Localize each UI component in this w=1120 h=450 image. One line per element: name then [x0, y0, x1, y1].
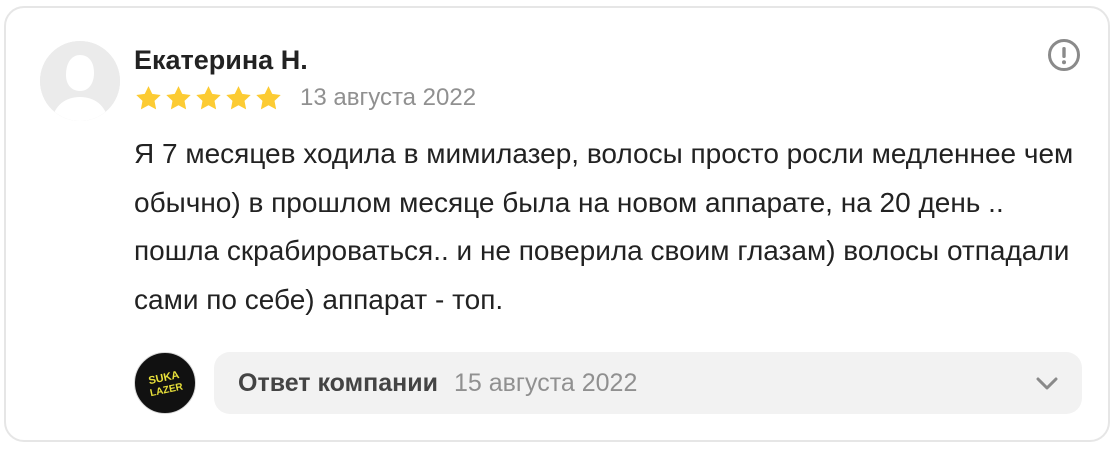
user-silhouette-icon — [40, 41, 120, 121]
rating-stars — [134, 84, 283, 114]
star-icon — [224, 84, 253, 114]
review-author-name[interactable]: Екатерина Н. — [134, 44, 308, 76]
review-text: Я 7 месяцев ходила в мимилазер, волосы п… — [134, 138, 1074, 315]
company-logo-image: SUKA LAZER — [147, 369, 184, 399]
user-avatar[interactable] — [40, 41, 120, 121]
company-reply-date: 15 августа 2022 — [453, 368, 638, 397]
chevron-down-icon[interactable] — [1034, 371, 1060, 395]
company-reply-label: Ответ компании — [238, 368, 438, 397]
review-card: Екатерина Н. 13 августа 2022 Я 7 месяцев… — [4, 6, 1110, 442]
review-date: 13 августа 2022 — [300, 84, 477, 111]
star-icon — [194, 84, 223, 114]
company-reply-toggle[interactable]: Ответ компании 15 августа 2022 — [214, 352, 1082, 414]
star-icon — [134, 84, 163, 114]
exclamation-circle-icon — [1048, 39, 1080, 71]
star-icon — [164, 84, 193, 114]
star-icon — [254, 84, 283, 114]
report-button[interactable] — [1047, 38, 1081, 72]
company-logo[interactable]: SUKA LAZER — [134, 352, 196, 414]
